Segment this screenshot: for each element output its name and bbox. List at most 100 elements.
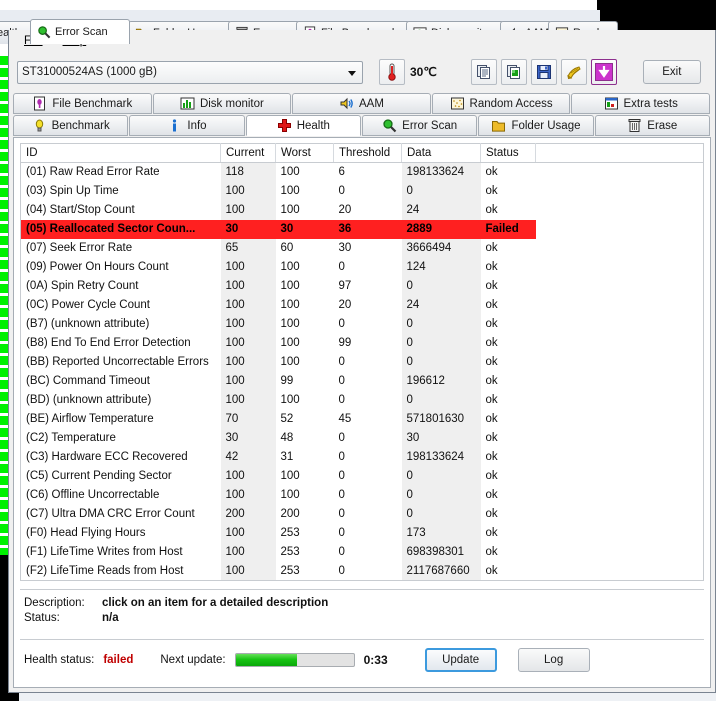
attribute-worst: 200 [276,505,334,524]
column-header-current[interactable]: Current [221,144,276,163]
table-row[interactable]: (05) Reallocated Sector Coun...303036288… [21,220,704,239]
update-button[interactable]: Update [425,648,497,672]
attribute-current: 100 [221,201,276,220]
attribute-status: ok [481,239,536,258]
table-header-row: IDCurrentWorstThresholdDataStatus [21,144,704,163]
tab-error-scan[interactable]: Error Scan [362,115,477,136]
background-tab-error-scan[interactable]: Error Scan [30,19,130,44]
attribute-id: (B7) (unknown attribute) [21,315,221,334]
copy-image-icon [506,64,522,80]
column-header-id[interactable]: ID [21,144,221,163]
table-row[interactable]: (07) Seek Error Rate6560303666494ok [21,239,704,258]
table-row[interactable]: (01) Raw Read Error Rate1181006198133624… [21,163,704,182]
detail-block: Description: click on an item for a deta… [14,590,710,633]
table-row[interactable]: (C5) Current Pending Sector10010000ok [21,467,704,486]
extra-tests-icon [604,96,619,111]
table-row[interactable]: (03) Spin Up Time10010000ok [21,182,704,201]
lightbulb-icon [32,118,47,133]
thermometer-button[interactable] [379,59,405,85]
table-row[interactable]: (B8) End To End Error Detection100100990… [21,334,704,353]
attribute-data: 0 [402,277,481,296]
attribute-threshold: 0 [334,353,402,372]
attribute-status: ok [481,429,536,448]
attribute-status: ok [481,391,536,410]
table-row[interactable]: (0A) Spin Retry Count100100970ok [21,277,704,296]
attribute-id: (09) Power On Hours Count [21,258,221,277]
toolbar: ST31000524AS (1000 gB) 30℃ [9,51,715,93]
smart-table-area: IDCurrentWorstThresholdDataStatus (01) R… [14,138,710,581]
tab-benchmark[interactable]: Benchmark [13,115,128,136]
attribute-id: (B8) End To End Error Detection [21,334,221,353]
attribute-data: 0 [402,334,481,353]
table-row[interactable]: (BD) (unknown attribute)10010000ok [21,391,704,410]
tab-file-benchmark[interactable]: File Benchmark [13,93,152,114]
table-row[interactable]: (C2) Temperature3048030ok [21,429,704,448]
attribute-current: 70 [221,410,276,429]
attribute-current: 100 [221,182,276,201]
tab-erase[interactable]: Erase [595,115,710,136]
column-header-worst[interactable]: Worst [276,144,334,163]
attribute-data: 571801630 [402,410,481,429]
attribute-data: 2117687660 [402,562,481,581]
attribute-id: (05) Reallocated Sector Coun... [21,220,221,239]
column-header-status[interactable]: Status [481,144,536,163]
exit-button[interactable]: Exit [643,60,701,84]
attribute-data: 0 [402,467,481,486]
drive-select[interactable]: ST31000524AS (1000 gB) [17,61,363,84]
table-row[interactable]: (C3) Hardware ECC Recovered4231019813362… [21,448,704,467]
attribute-spacer [536,220,704,239]
table-row[interactable]: (B7) (unknown attribute)10010000ok [21,315,704,334]
table-row[interactable]: (0C) Power Cycle Count1001002024ok [21,296,704,315]
tab-aam[interactable]: AAM [292,93,431,114]
table-row[interactable]: (C6) Offline Uncorrectable10010000ok [21,486,704,505]
column-header-data[interactable]: Data [402,144,481,163]
table-row[interactable]: (BC) Command Timeout100990196612ok [21,372,704,391]
attribute-spacer [536,239,704,258]
attribute-data: 0 [402,353,481,372]
attribute-status: ok [481,505,536,524]
tab-random-access[interactable]: Random Access [432,93,571,114]
attribute-id: (BB) Reported Uncorrectable Errors [21,353,221,372]
copy-image-button[interactable] [501,59,527,85]
tab-health[interactable]: Health [246,115,361,136]
health-status-label: Health status: [24,654,94,666]
copy-text-button[interactable] [471,59,497,85]
column-header-spacer[interactable] [536,144,704,163]
brush-button[interactable] [561,59,587,85]
save-button[interactable] [531,59,557,85]
tab-label: Extra tests [624,98,678,110]
attribute-worst: 100 [276,315,334,334]
attribute-current: 100 [221,524,276,543]
tab-folder-usage[interactable]: Folder Usage [478,115,593,136]
tab-extra-tests[interactable]: Extra tests [571,93,710,114]
attribute-status: ok [481,486,536,505]
attribute-current: 42 [221,448,276,467]
attribute-data: 0 [402,182,481,201]
update-button-wrap: Update [425,648,497,672]
log-button-wrap: Log [518,648,590,672]
tab-label: Benchmark [52,120,110,132]
attribute-worst: 100 [276,467,334,486]
download-button[interactable] [591,59,617,85]
attribute-spacer [536,391,704,410]
table-row[interactable]: (F0) Head Flying Hours1002530173ok [21,524,704,543]
table-row[interactable]: (F2) LifeTime Reads from Host10025302117… [21,562,704,581]
tab-info[interactable]: Info [129,115,244,136]
log-button[interactable]: Log [518,648,590,672]
attribute-threshold: 0 [334,315,402,334]
table-row[interactable]: (F1) LifeTime Writes from Host1002530698… [21,543,704,562]
health-panel: IDCurrentWorstThresholdDataStatus (01) R… [13,137,711,688]
status-value: n/a [102,612,119,624]
red-cross-icon [277,118,292,133]
tab-disk-monitor[interactable]: Disk monitor [153,93,292,114]
table-row[interactable]: (BE) Airflow Temperature705245571801630o… [21,410,704,429]
table-row[interactable]: (C7) Ultra DMA CRC Error Count20020000ok [21,505,704,524]
table-row[interactable]: (04) Start/Stop Count1001002024ok [21,201,704,220]
table-row[interactable]: (09) Power On Hours Count1001000124ok [21,258,704,277]
table-row[interactable]: (BB) Reported Uncorrectable Errors100100… [21,353,704,372]
hdtune-window: File Help ST31000524AS (1000 gB) 30℃ [8,30,716,693]
attribute-status: ok [481,448,536,467]
attribute-worst: 60 [276,239,334,258]
column-header-threshold[interactable]: Threshold [334,144,402,163]
attribute-worst: 99 [276,372,334,391]
